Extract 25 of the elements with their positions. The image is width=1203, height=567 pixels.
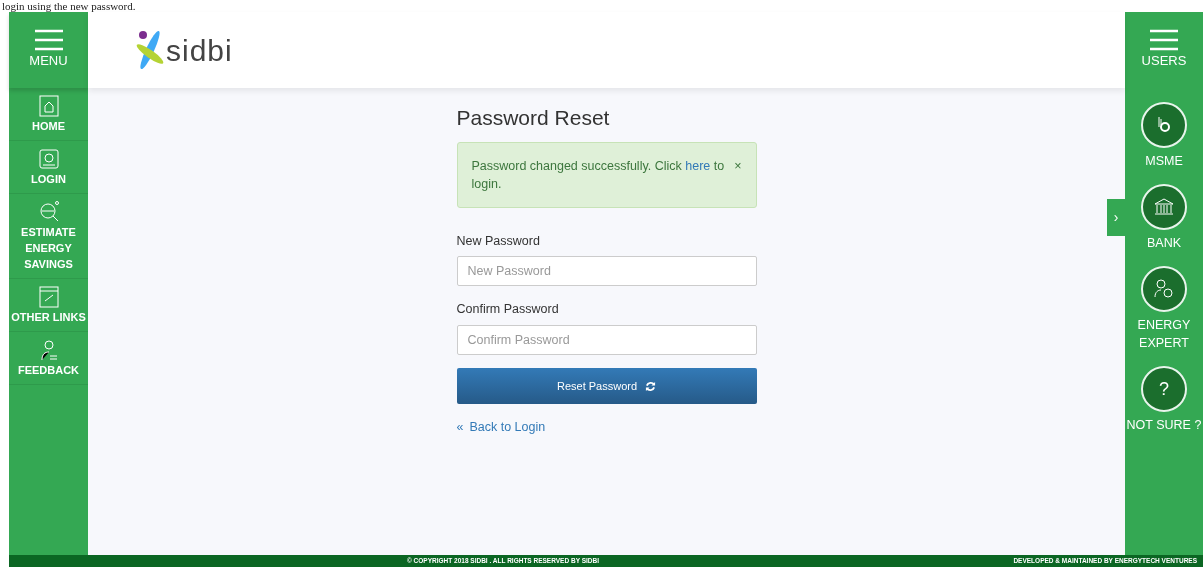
password-field[interactable]: New Password [456, 256, 757, 287]
menu-icon [33, 29, 64, 52]
close-icon[interactable]: × [734, 156, 742, 193]
refresh-icon [645, 380, 657, 392]
password-field[interactable]: Confirm Password [456, 325, 757, 355]
back-to-login-link[interactable]: Back to Login [469, 418, 546, 437]
alert-message: Password changed successfully. Click here to login. [471, 157, 726, 193]
double-chevron-icon: « [456, 418, 464, 437]
user-window-icon [36, 147, 61, 171]
caption-text: login using the new password. [1, 0, 137, 12]
question-mark-icon: ? [1158, 380, 1169, 398]
logo-text: sidbi [166, 32, 233, 69]
field-label: Confirm Password [456, 301, 560, 319]
field-label: New Password [456, 232, 541, 250]
reset-password-button[interactable]: Reset Password [456, 368, 757, 404]
document-house-icon [36, 94, 61, 118]
menu-button[interactable]: MENU [9, 12, 88, 88]
form-title: Password Reset [456, 105, 611, 131]
menu-icon [1149, 29, 1179, 52]
user-type-item[interactable]: ? NOT SURE ? [1126, 366, 1202, 434]
sidebar-toggle[interactable]: › [1107, 199, 1125, 236]
logo-icon [134, 28, 166, 72]
user-type-item[interactable]: ENERGY EXPERT [1125, 266, 1203, 352]
here-link[interactable]: here [685, 158, 711, 173]
link-window-icon [36, 285, 61, 309]
